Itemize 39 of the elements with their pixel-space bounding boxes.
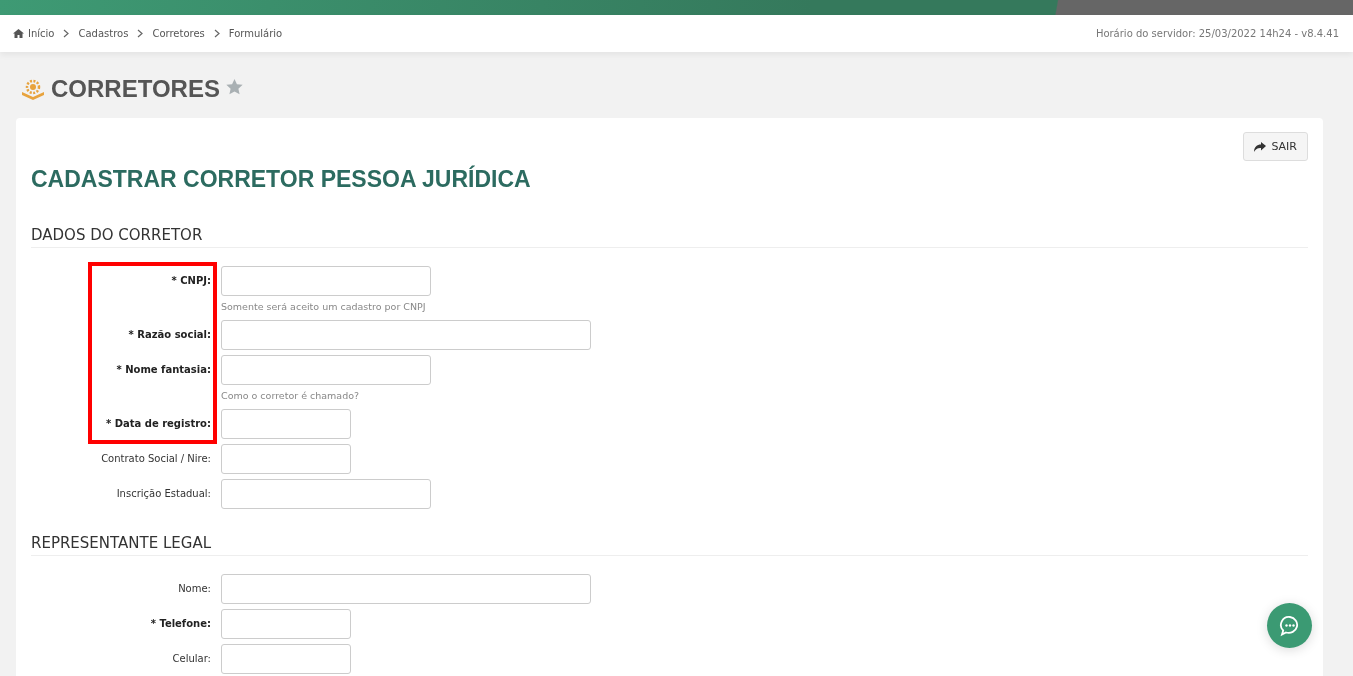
field-label: * Data de registro:	[105, 418, 211, 429]
field-label: * Razão social:	[128, 329, 211, 340]
section-heading: DADOS DO CORRETOR	[31, 226, 1308, 248]
field-label: Contrato Social / Nire:	[101, 453, 211, 464]
breadcrumb-link[interactable]: Formulário	[228, 28, 283, 39]
chat-button[interactable]	[1267, 603, 1312, 648]
input-field[interactable]	[221, 355, 431, 385]
input-field[interactable]	[221, 574, 591, 604]
chevron-right-icon	[137, 29, 144, 38]
breadcrumb-link[interactable]: Início	[28, 28, 55, 39]
chat-bubble-icon	[1278, 614, 1301, 637]
breadcrumb-link[interactable]: Corretores	[152, 28, 205, 39]
exit-button[interactable]: SAIR	[1243, 132, 1308, 161]
page-title: CORRETORES	[51, 74, 220, 103]
chevron-right-icon	[213, 29, 220, 38]
field-label: Celular:	[172, 653, 211, 664]
input-field[interactable]	[221, 320, 591, 350]
field-label: * Telefone:	[150, 618, 211, 629]
breadcrumb-link[interactable]: Cadastros	[78, 28, 129, 39]
hint-text: Somente será aceito um cadastro por CNPJ	[221, 301, 427, 312]
gear-box-icon	[21, 77, 45, 100]
section-heading: REPRESENTANTE LEGAL	[31, 534, 1308, 556]
hint-text: Como o corretor é chamado?	[221, 390, 361, 401]
share-arrow-icon	[1254, 141, 1267, 152]
input-field[interactable]	[221, 444, 351, 474]
home-icon	[13, 29, 24, 38]
input-field[interactable]	[221, 409, 351, 439]
input-field[interactable]	[221, 479, 431, 509]
input-field[interactable]	[221, 266, 431, 296]
server-time-text: Horário do servidor: 25/03/2022 14h24 - v8.4.41	[1095, 28, 1339, 39]
input-field[interactable]	[221, 609, 351, 639]
form-title: CADASTRAR CORRETOR PESSOA JURÍDICA	[31, 166, 532, 194]
chevron-right-icon	[63, 29, 70, 38]
field-label: * Nome fantasia:	[116, 364, 211, 375]
field-label: * CNPJ:	[171, 275, 211, 286]
input-field[interactable]	[221, 644, 351, 674]
field-label: Inscrição Estadual:	[116, 488, 211, 499]
star-icon[interactable]	[225, 78, 243, 95]
field-label: Nome:	[178, 583, 211, 594]
